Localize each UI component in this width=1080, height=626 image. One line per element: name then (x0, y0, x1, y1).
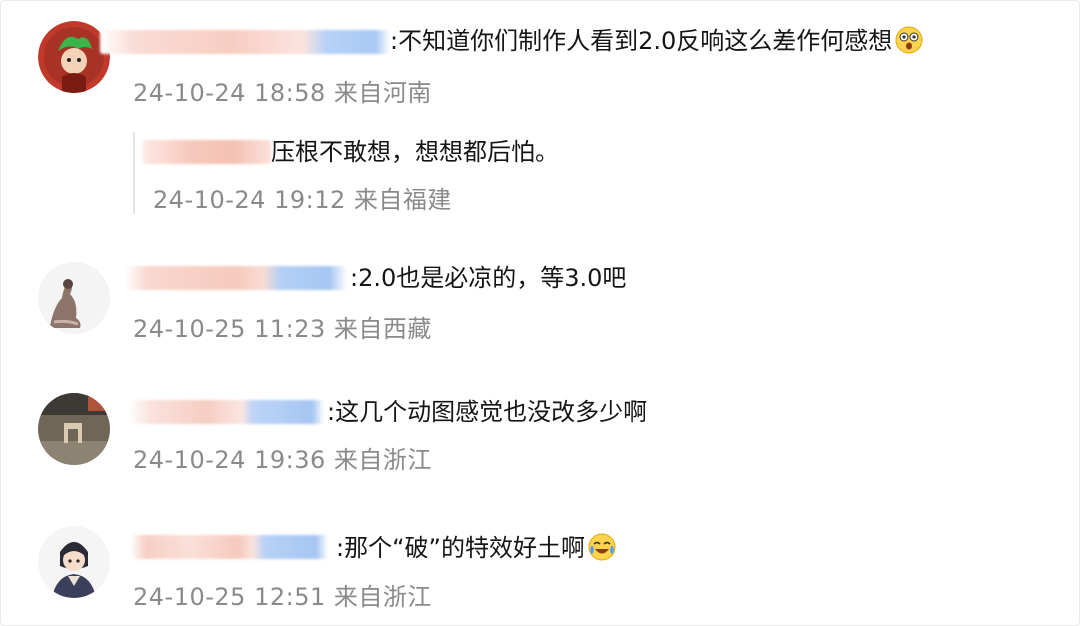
username-blurred[interactable] (128, 400, 324, 424)
timestamp: 24-10-25 12:51 (133, 583, 326, 611)
username-blurred[interactable] (130, 535, 328, 559)
timestamp: 24-10-25 11:23 (133, 315, 326, 343)
comment-body: :那个“破”的特效好土啊 (336, 534, 585, 562)
username-blurred[interactable] (125, 266, 347, 290)
comment-meta: 24-10-24 18:58 来自河南 (133, 77, 432, 109)
timestamp: 24-10-24 19:36 (133, 446, 326, 474)
location: 来自西藏 (333, 315, 432, 343)
comment-meta: 24-10-24 19:36 来自浙江 (133, 444, 432, 476)
comment-text: :这几个动图感觉也没改多少啊 (327, 398, 648, 426)
avatar[interactable] (38, 262, 110, 334)
reply-divider (133, 132, 135, 214)
location: 来自浙江 (333, 446, 432, 474)
avatar[interactable] (38, 393, 110, 465)
shocked-face-emoji-icon (894, 25, 924, 55)
reply-text: 压根不敢想，想想都后怕。 (271, 138, 559, 166)
comment-body: :不知道你们制作人看到2.0反响这么差作何感想 (390, 27, 893, 55)
location: 来自福建 (353, 186, 452, 214)
timestamp: 24-10-24 18:58 (133, 79, 326, 107)
avatar[interactable] (38, 526, 110, 598)
comment-meta: 24-10-25 12:51 来自浙江 (133, 581, 432, 613)
laughing-crying-emoji-icon (587, 532, 617, 562)
location: 来自河南 (333, 79, 432, 107)
comment-text: :2.0也是必凉的，等3.0吧 (350, 264, 627, 292)
location: 来自浙江 (333, 583, 432, 611)
username-blurred[interactable] (100, 30, 390, 54)
timestamp: 24-10-24 19:12 (153, 186, 346, 214)
comment-text: :不知道你们制作人看到2.0反响这么差作何感想 (390, 25, 924, 57)
reply-meta: 24-10-24 19:12 来自福建 (153, 184, 452, 216)
comment-text: :那个“破”的特效好土啊 (336, 532, 617, 564)
username-blurred[interactable] (143, 140, 271, 164)
comment-meta: 24-10-25 11:23 来自西藏 (133, 313, 432, 345)
